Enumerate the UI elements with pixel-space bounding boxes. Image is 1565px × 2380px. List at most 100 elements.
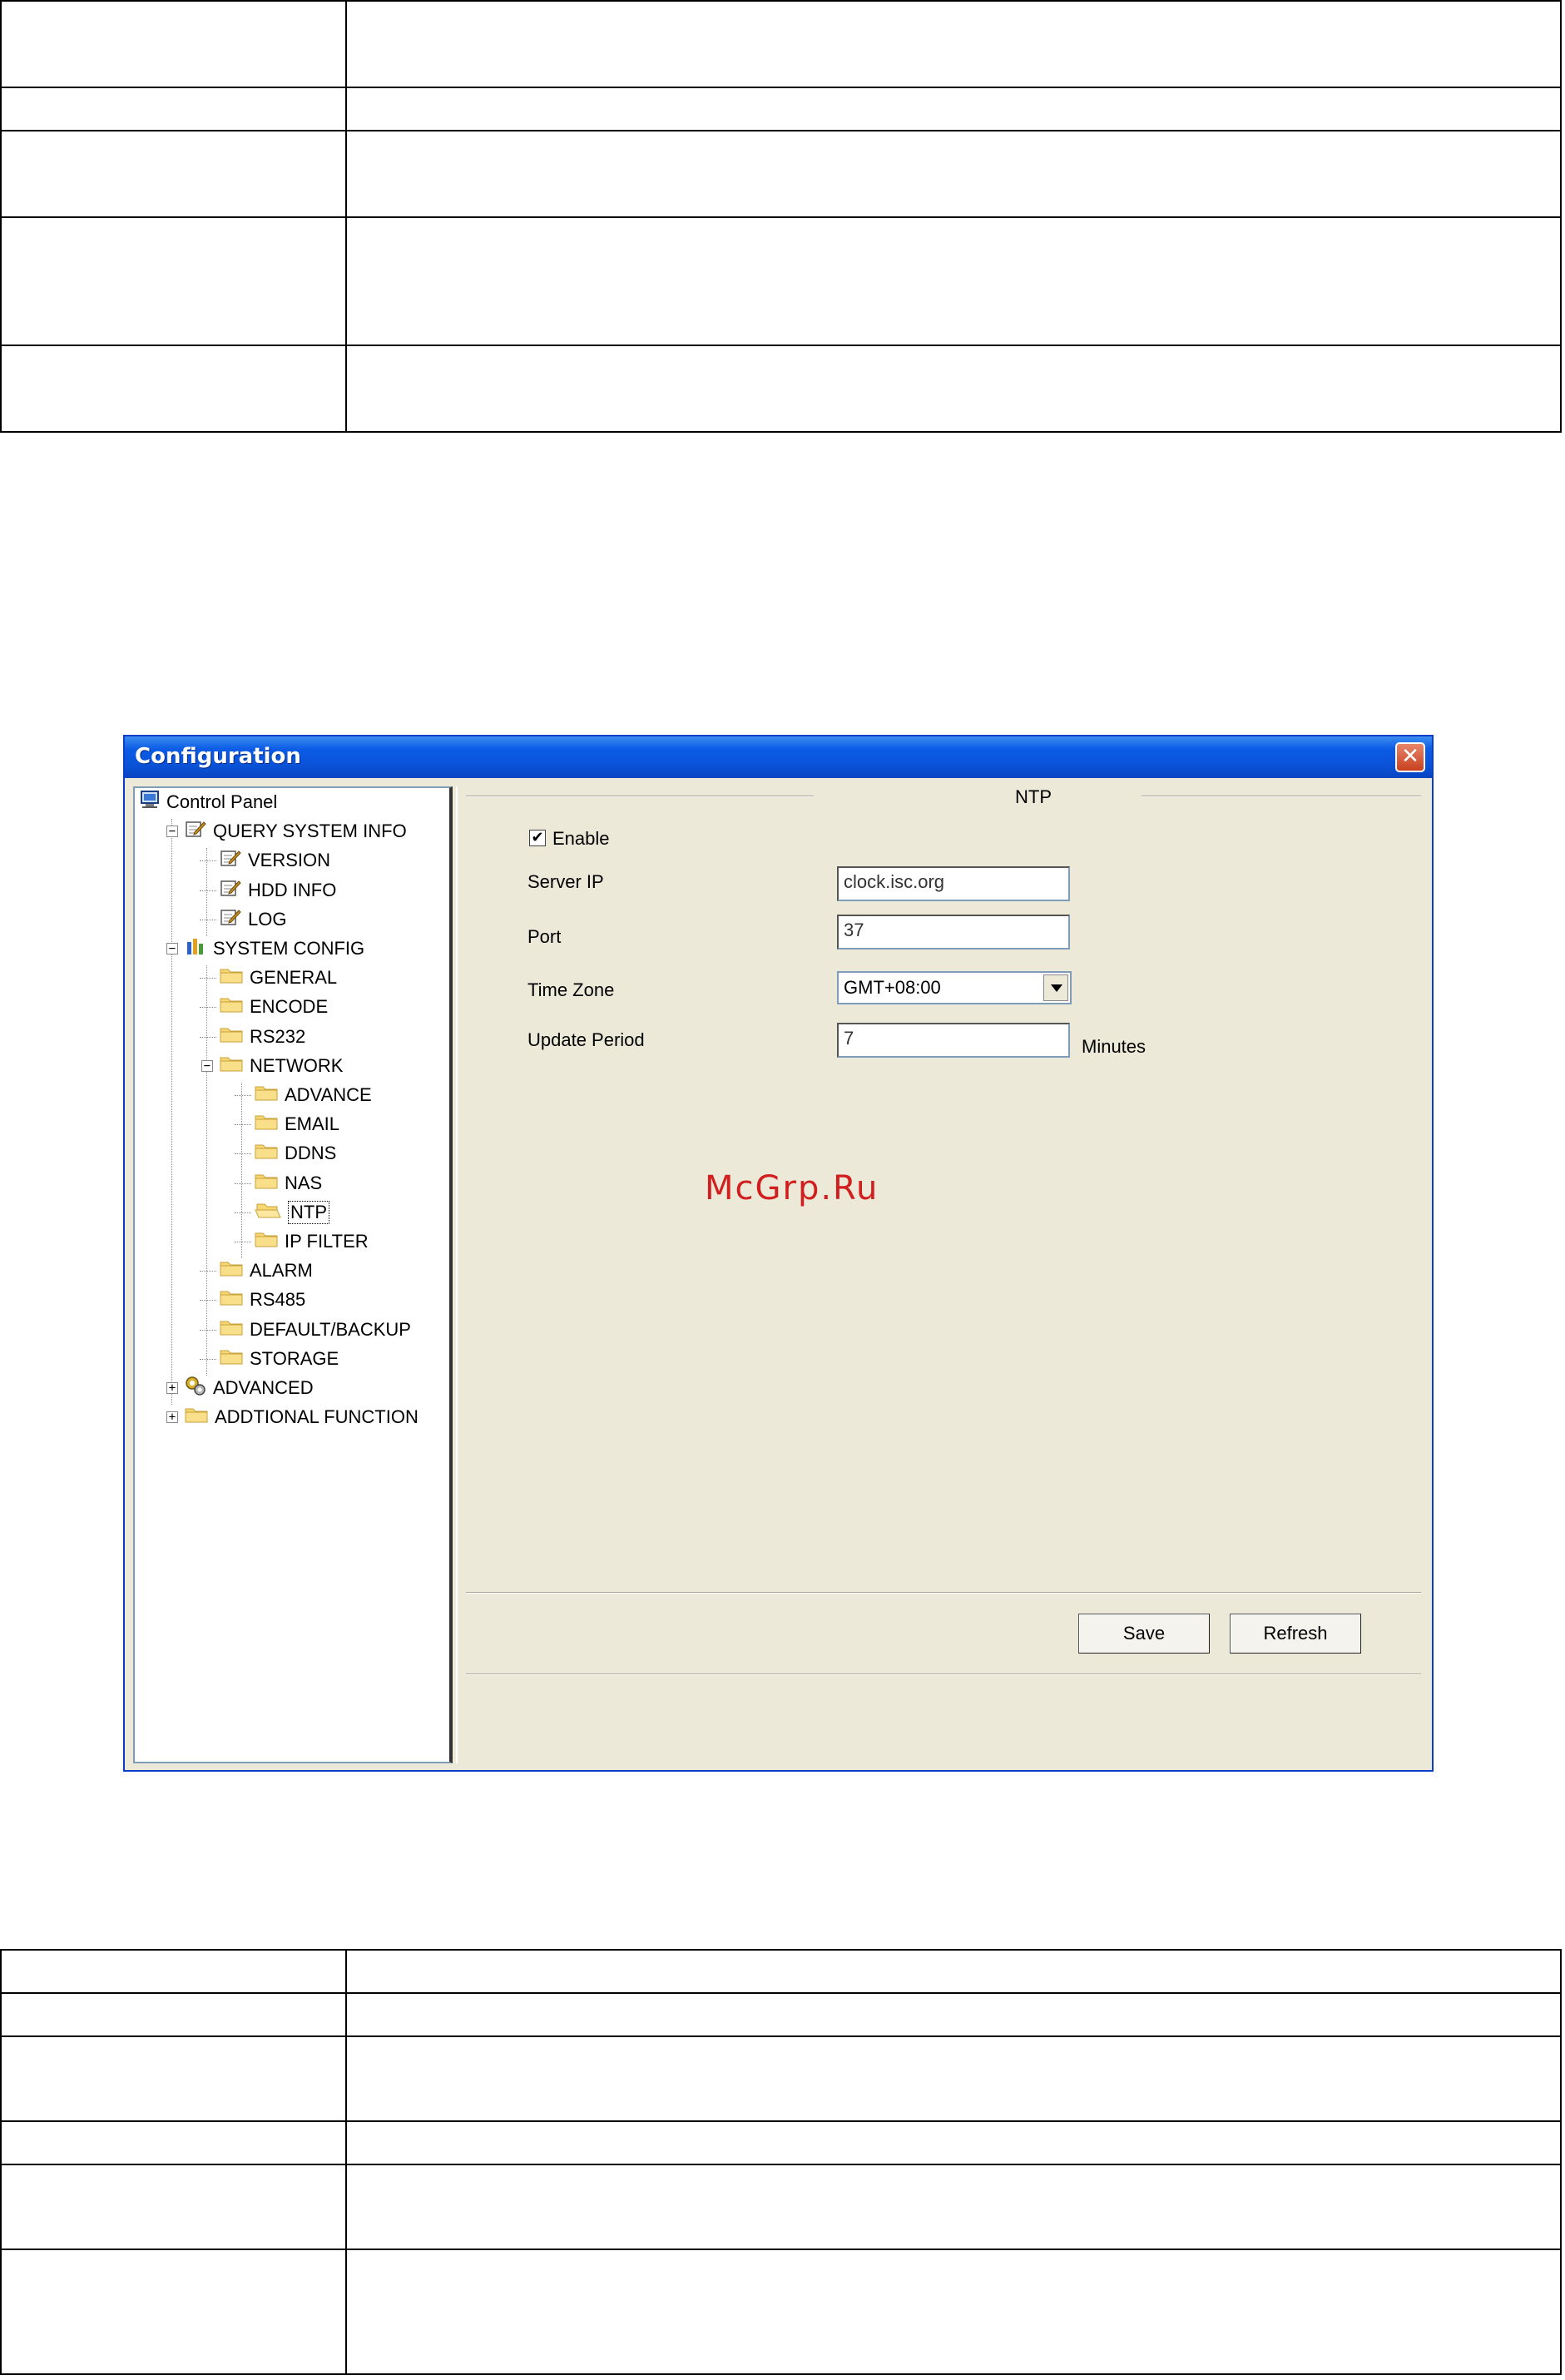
tree-item-label: DEFAULT/BACKUP [250, 1318, 411, 1340]
tree-item-label: NAS [285, 1172, 323, 1193]
close-button[interactable]: ✕ [1395, 742, 1425, 772]
tree-item-ddns[interactable]: DDNS [255, 1141, 336, 1166]
server-ip-input[interactable]: clock.isc.org [837, 866, 1070, 901]
tree-item-ip-filter[interactable]: IP FILTER [255, 1229, 369, 1254]
tree-connector [200, 1036, 216, 1038]
folder-icon [220, 1260, 243, 1282]
checkmark-icon: ✔ [531, 829, 544, 846]
table-cell [0, 2164, 347, 2250]
table-cell [0, 130, 347, 218]
collapse-icon[interactable]: − [166, 943, 178, 954]
enable-checkbox[interactable]: ✔ [529, 830, 546, 846]
tree-item-label: STORAGE [250, 1347, 339, 1369]
tree-item-label: ENCODE [250, 996, 329, 1018]
time-zone-select[interactable]: GMT+08:00 [837, 971, 1072, 1004]
table-cell [0, 2249, 347, 2375]
tree-item-encode[interactable]: ENCODE [220, 994, 328, 1019]
tree-item-advanced[interactable]: ADVANCED [185, 1376, 314, 1401]
tree-item-label: NTP [288, 1200, 329, 1224]
tree-item-label: SYSTEM CONFIG [213, 938, 365, 959]
tree-item-alarm[interactable]: ALARM [220, 1258, 313, 1283]
time-zone-label: Time Zone [527, 979, 615, 1000]
tree-item-storage[interactable]: STORAGE [220, 1346, 339, 1371]
folder-icon [220, 1319, 243, 1341]
table-row [0, 130, 1562, 218]
tree-item-network[interactable]: NETWORK [220, 1054, 343, 1078]
top-parameter-table [0, 0, 1562, 433]
tree-item-log[interactable]: LOG [220, 907, 286, 932]
tree-connector [200, 890, 216, 891]
collapse-icon[interactable]: − [201, 1059, 213, 1072]
tree-item-label: ALARM [250, 1260, 313, 1282]
folder-icon [255, 1084, 278, 1106]
table-row [0, 1949, 1562, 1994]
section-divider [1142, 796, 1421, 797]
tree-connector [235, 1183, 251, 1184]
folder-icon [255, 1173, 278, 1194]
button-area-divider [466, 1673, 1421, 1675]
tree-item-addtional-function[interactable]: ADDTIONAL FUNCTION [185, 1405, 418, 1430]
tree-connector [235, 1212, 251, 1213]
table-cell [345, 345, 1562, 433]
window-title: Configuration [135, 744, 301, 769]
table-cell [0, 345, 347, 433]
tree-item-label: ADVANCE [285, 1084, 372, 1105]
update-period-label: Update Period [527, 1029, 645, 1050]
table-cell [345, 1949, 1562, 1994]
port-input[interactable]: 37 [837, 915, 1070, 950]
table-row [0, 87, 1562, 131]
save-button[interactable]: Save [1078, 1614, 1210, 1654]
table-cell [345, 216, 1562, 346]
enable-label: Enable [552, 828, 610, 849]
computer-icon [140, 791, 160, 814]
folder-icon [220, 1348, 243, 1370]
expand-icon[interactable]: + [166, 1382, 178, 1394]
tree-item-version[interactable]: VERSION [220, 848, 330, 873]
tree-item-query-system-info[interactable]: QUERY SYSTEM INFO [185, 819, 407, 844]
update-period-input[interactable]: 7 [837, 1023, 1070, 1058]
tree-item-email[interactable]: EMAIL [255, 1112, 339, 1137]
collapse-icon[interactable]: − [166, 826, 178, 838]
tree-item-rs232[interactable]: RS232 [220, 1024, 305, 1049]
expand-icon[interactable]: + [166, 1411, 178, 1424]
chevron-down-icon[interactable] [1043, 974, 1068, 1001]
table-row [0, 2164, 1562, 2250]
tree-item-general[interactable]: GENERAL [220, 965, 337, 990]
note-icon [220, 908, 241, 931]
tree-item-hdd-info[interactable]: HDD INFO [220, 878, 336, 903]
folder-icon [220, 996, 243, 1018]
table-row [0, 0, 1562, 88]
table-row [0, 2035, 1562, 2122]
folder-icon [220, 1026, 243, 1048]
tree-item-label: GENERAL [250, 967, 338, 989]
tree-connector [206, 848, 207, 936]
ntp-settings-panel: NTP ✔ Enable Server IP clock.isc.org Por… [456, 786, 1427, 1763]
navigation-tree[interactable]: Control Panel QUERY SYSTEM INFO − VERSION HD… [133, 786, 453, 1763]
tree-connector [235, 1153, 251, 1155]
tree-item-label: HDD INFO [248, 879, 337, 900]
tree-item-nas[interactable]: NAS [255, 1171, 322, 1196]
port-label: Port [527, 926, 562, 947]
tree-item-label: EMAIL [285, 1113, 340, 1135]
refresh-button[interactable]: Refresh [1230, 1614, 1361, 1654]
folder-icon [220, 1289, 243, 1311]
tree-item-ntp[interactable]: NTP [255, 1200, 329, 1225]
tree-connector [171, 819, 172, 1406]
tree-connector [200, 1271, 216, 1272]
table-cell [345, 2035, 1562, 2122]
tree-item-advance[interactable]: ADVANCE [255, 1083, 372, 1108]
open-folder-icon [255, 1202, 281, 1223]
section-title: NTP [1015, 786, 1052, 807]
title-bar[interactable]: Configuration ✕ [125, 736, 1432, 778]
note-icon [220, 849, 241, 872]
tree-connector [241, 1083, 242, 1259]
tree-connector [200, 1329, 216, 1331]
tree-connector [206, 965, 207, 1376]
tree-item-control-panel[interactable]: Control Panel [140, 790, 277, 815]
tree-item-rs485[interactable]: RS485 [220, 1287, 305, 1312]
table-cell [345, 87, 1562, 131]
tree-connector [200, 1007, 216, 1009]
configuration-window: Configuration ✕ Control Panel QUERY SYSTE… [123, 735, 1434, 1772]
tree-item-default-backup[interactable]: DEFAULT/BACKUP [220, 1317, 411, 1342]
tree-item-system-config[interactable]: SYSTEM CONFIG [185, 936, 364, 961]
